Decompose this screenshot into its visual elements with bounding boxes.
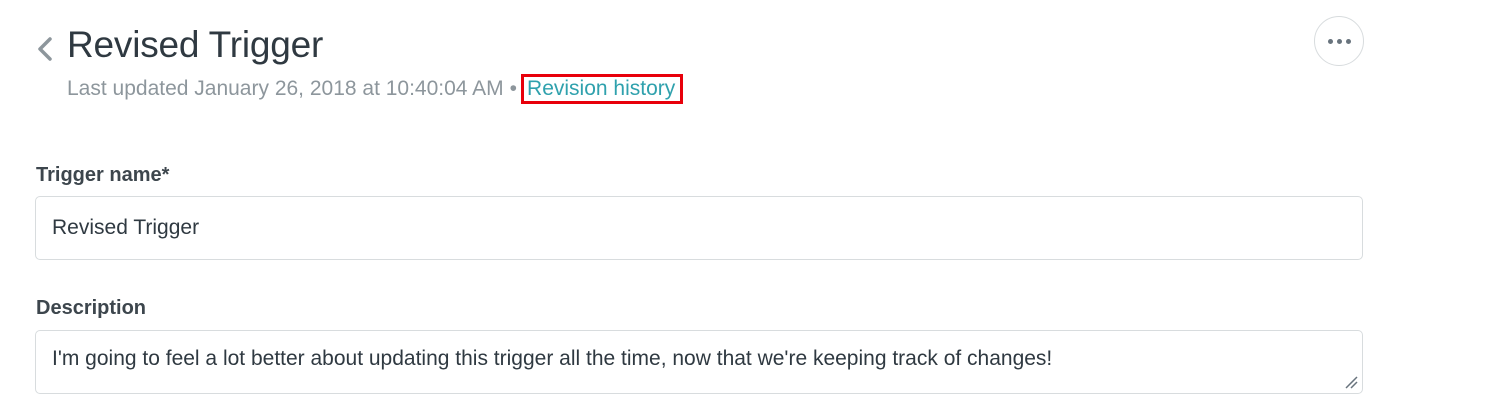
ellipsis-icon	[1327, 38, 1351, 44]
resize-handle-icon[interactable]	[1343, 374, 1359, 390]
trigger-edit-page: Revised Trigger Last updated January 26,…	[0, 0, 1494, 420]
description-textarea[interactable]: I'm going to feel a lot better about upd…	[35, 330, 1363, 394]
more-options-button[interactable]	[1314, 16, 1364, 66]
last-updated-text: Last updated January 26, 2018 at 10:40:0…	[67, 77, 504, 100]
chevron-left-icon[interactable]	[36, 34, 54, 64]
page-title: Revised Trigger	[67, 24, 324, 65]
last-updated-line: Last updated January 26, 2018 at 10:40:0…	[67, 74, 684, 104]
trigger-name-label: Trigger name*	[36, 164, 170, 186]
separator-dot: •	[509, 77, 518, 100]
revision-history-link[interactable]: Revision history	[521, 74, 684, 104]
description-label: Description	[36, 297, 147, 319]
trigger-name-input[interactable]	[35, 196, 1363, 260]
